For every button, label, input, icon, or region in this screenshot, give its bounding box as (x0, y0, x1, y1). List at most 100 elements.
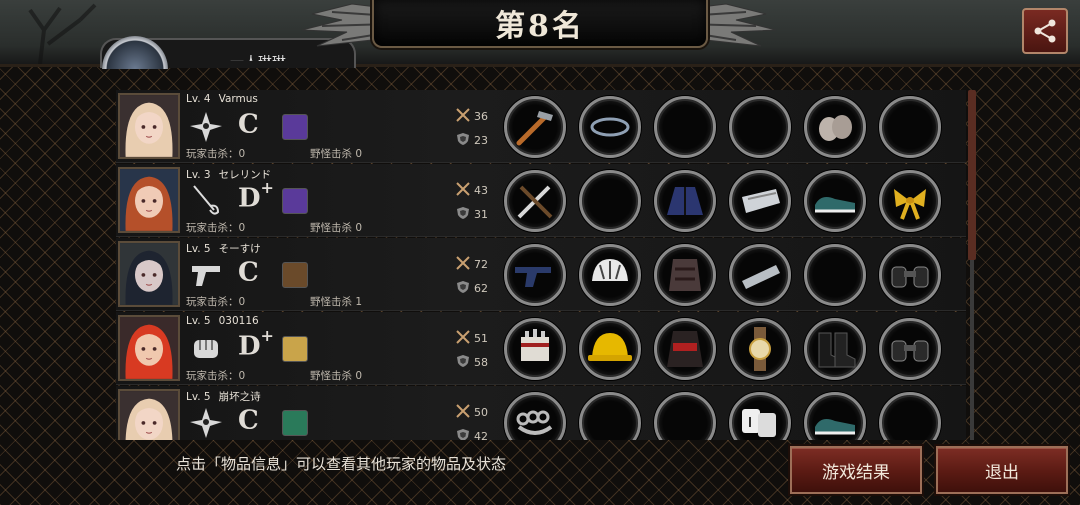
player-list[interactable]: Lv. 4 Varmus C 玩家击杀：0 野怪击杀 0 36 23 Lv. 3 セレリンド D+… (116, 90, 966, 440)
attack-value: 51 (474, 332, 488, 345)
defense-value: 42 (474, 430, 488, 440)
equipment-slots (504, 170, 941, 232)
player-kills: 玩家击杀：0 (186, 296, 246, 308)
grade-letter: D (238, 183, 261, 214)
binoculars-icon (891, 266, 929, 288)
skill-icon[interactable] (282, 114, 308, 140)
item-slot[interactable] (879, 318, 941, 380)
share-button[interactable] (1022, 8, 1068, 54)
leather-armor-icon (669, 259, 701, 291)
weapon-grade: D+ (238, 326, 274, 362)
item-slot[interactable] (654, 318, 716, 380)
hammer-icon (516, 111, 553, 146)
grade-letter: D (238, 331, 261, 362)
item-slot[interactable] (729, 244, 791, 306)
exit-button[interactable]: 退出 (936, 446, 1068, 494)
item-slot[interactable] (804, 170, 866, 232)
grade-plus: + (260, 326, 274, 345)
attack-value: 36 (474, 110, 488, 123)
item-slot[interactable] (579, 96, 641, 158)
item-slot[interactable] (504, 244, 566, 306)
gauntlet-icon (521, 329, 549, 361)
item-slot[interactable] (504, 96, 566, 158)
rank-banner: 第8名 (372, 0, 708, 48)
defense-value: 31 (474, 208, 488, 221)
hard-hat-icon (588, 333, 632, 361)
item-slot[interactable] (579, 244, 641, 306)
tree-silhouette (28, 3, 97, 64)
defense-stat: 31 (456, 206, 488, 223)
item-slot[interactable] (729, 96, 791, 158)
item-slot[interactable] (729, 318, 791, 380)
player-row[interactable]: Lv. 5 そーすけ C 玩家击杀：0 野怪击杀 1 72 62 (116, 238, 966, 311)
item-slot[interactable] (804, 392, 866, 440)
item-slot[interactable] (804, 244, 866, 306)
game-result-button[interactable]: 游戏结果 (790, 446, 922, 494)
shield-icon (456, 280, 470, 297)
player-row[interactable]: Lv. 4 Varmus C 玩家击杀：0 野怪击杀 0 36 23 (116, 90, 966, 163)
item-slot[interactable] (654, 96, 716, 158)
bandage-icon (742, 409, 776, 437)
equipment-slots (504, 96, 941, 158)
item-slot[interactable] (879, 96, 941, 158)
item-slot[interactable] (729, 392, 791, 440)
shuriken-icon (190, 408, 222, 438)
attack-stat: 36 (456, 108, 488, 125)
player-row[interactable]: Lv. 3 セレリンド D+ 玩家击杀：0 野怪击杀 0 43 31 (116, 164, 966, 237)
character-portrait[interactable] (118, 389, 180, 440)
player-row[interactable]: Lv. 5崩坏之诗C玩家击杀：0野怪击杀 05042 (116, 386, 966, 440)
boots-icon (818, 332, 856, 368)
skill-icon[interactable] (282, 262, 308, 288)
equipment-slots (504, 392, 941, 440)
watch-icon (749, 327, 771, 371)
item-slot[interactable] (579, 318, 641, 380)
item-slot[interactable] (504, 392, 566, 440)
grade-letter: C (238, 405, 259, 436)
item-slot[interactable] (579, 170, 641, 232)
crossed-swords-icon (456, 108, 470, 125)
attack-stat: 72 (456, 256, 488, 273)
item-slot[interactable] (879, 170, 941, 232)
player-level: Lv. 5 (186, 243, 211, 255)
shield-icon (456, 206, 470, 223)
player-row[interactable]: Lv. 5 030116 D+ 玩家击杀：0 野怪击杀 0 51 58 (116, 312, 966, 385)
monster-kills: 野怪击杀 0 (310, 148, 363, 160)
item-slot[interactable] (879, 392, 941, 440)
item-slot[interactable] (654, 244, 716, 306)
player-level-name: Lv. 3 セレリンド (186, 167, 271, 182)
attack-stat: 50 (456, 404, 488, 421)
player-level: Lv. 5 (186, 391, 211, 403)
weapon-grade: C (238, 256, 259, 288)
skill-icon[interactable] (282, 188, 308, 214)
shield-icon (456, 132, 470, 149)
weapon-grade: C (238, 404, 259, 436)
grade-letter: C (238, 257, 259, 288)
item-slot[interactable] (729, 170, 791, 232)
skill-icon[interactable] (282, 336, 308, 362)
item-slot[interactable] (804, 96, 866, 158)
player-level-name: Lv. 4 Varmus (186, 93, 258, 105)
attack-stat: 51 (456, 330, 488, 347)
item-slot[interactable] (804, 318, 866, 380)
player-level-name: Lv. 5 030116 (186, 315, 259, 327)
crossed-knives-icon (517, 185, 553, 219)
defense-value: 23 (474, 134, 488, 147)
item-slot[interactable] (879, 244, 941, 306)
skill-icon[interactable] (282, 410, 308, 436)
character-portrait[interactable] (118, 167, 180, 233)
item-slot[interactable] (654, 392, 716, 440)
item-slot[interactable] (654, 170, 716, 232)
defense-stat: 62 (456, 280, 488, 297)
item-slot[interactable] (504, 318, 566, 380)
equipment-slots (504, 318, 941, 380)
defense-stat: 42 (456, 428, 488, 440)
character-portrait[interactable] (118, 241, 180, 307)
item-slot[interactable] (579, 392, 641, 440)
character-portrait[interactable] (118, 93, 180, 159)
scrollbar-thumb[interactable] (968, 90, 976, 260)
attack-value: 72 (474, 258, 488, 271)
crossed-swords-icon (456, 256, 470, 273)
character-portrait[interactable] (118, 315, 180, 381)
player-kills: 玩家击杀：0 (186, 222, 246, 234)
item-slot[interactable] (504, 170, 566, 232)
